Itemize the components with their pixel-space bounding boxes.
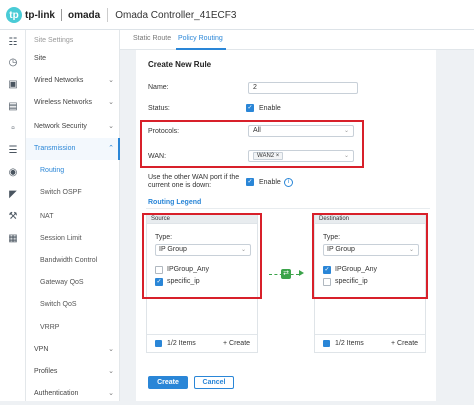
controller-title[interactable]: Omada Controller_41ECF3 <box>115 10 236 21</box>
routing-tabs: Static Route Policy Routing <box>120 30 474 50</box>
sidebar-item-vpn[interactable]: VPN ⌄ <box>26 339 120 361</box>
source-create-link[interactable]: + Create <box>223 340 250 347</box>
sidebar-item-wired-networks[interactable]: Wired Networks ⌄ <box>26 70 120 92</box>
map-icon[interactable]: ▣ <box>6 78 20 92</box>
failover-enable-label: Enable <box>259 179 281 186</box>
top-bar: tp tp-link omada Omada Controller_41ECF3 <box>0 0 474 30</box>
active-indicator <box>118 138 120 160</box>
grid-icon[interactable]: ☷ <box>6 36 20 50</box>
sidebar-item-transmission[interactable]: Transmission ⌃ <box>26 138 120 160</box>
name-input[interactable]: 2 <box>248 82 358 94</box>
brand-name: tp-link <box>25 9 55 21</box>
sidebar-item-label: Wireless Networks <box>34 99 92 106</box>
source-select-all-checkbox[interactable] <box>155 340 162 347</box>
logo-divider <box>61 9 62 21</box>
chevron-up-icon: ⌃ <box>108 145 114 152</box>
sidebar-item-routing[interactable]: Routing <box>26 160 120 182</box>
sidebar-item-label: Routing <box>40 167 65 174</box>
sidebar-item-label: Wired Networks <box>34 77 84 84</box>
sidebar-item-label: VPN <box>34 346 49 353</box>
device-icon[interactable]: ▫ <box>6 122 20 136</box>
sidebar-item-label: VRRP <box>40 324 60 331</box>
sidebar-item-label: Bandwidth Control <box>40 257 98 264</box>
clients-icon[interactable]: ☰ <box>6 144 20 158</box>
sidebar-item-switch-qos[interactable]: Switch QoS <box>26 294 120 316</box>
source-count: 1/2 Items <box>167 340 196 347</box>
chevron-down-icon: ⌄ <box>108 346 114 353</box>
tab-static-route[interactable]: Static Route <box>133 35 171 42</box>
sidebar-item-label: Transmission <box>34 145 76 152</box>
form-title: Create New Rule <box>148 60 212 69</box>
stats-icon[interactable]: ▤ <box>6 100 20 114</box>
sidebar-item-label: Session Limit <box>40 235 82 242</box>
failover-enable-checkbox[interactable]: ✓ <box>246 178 254 186</box>
sidebar-item-label: Gateway QoS <box>40 279 84 286</box>
sidebar-item-label: Site <box>34 55 47 62</box>
sidebar-item-network-security[interactable]: Network Security ⌄ <box>26 116 120 138</box>
sidebar-item-wireless-networks[interactable]: Wireless Networks ⌄ <box>26 92 120 114</box>
sidebar-item-label: Switch OSPF <box>40 189 82 196</box>
info-icon[interactable]: i <box>284 178 293 187</box>
status-enable-label: Enable <box>259 105 281 112</box>
destination-highlight <box>312 213 428 299</box>
sidebar-item-nat[interactable]: NAT <box>26 206 120 228</box>
sidebar-item-label: Site Settings <box>34 37 74 44</box>
sidebar-item-gateway-qos[interactable]: Gateway QoS <box>26 272 120 294</box>
icon-rail: ☷ ◷ ▣ ▤ ▫ ☰ ◉ ◤ ⚒ ▦ <box>0 30 26 401</box>
protocols-wan-highlight <box>140 120 364 168</box>
destination-create-link[interactable]: + Create <box>391 340 418 347</box>
sidebar-item-vrrp[interactable]: VRRP <box>26 317 120 339</box>
sidebar-item-label: Switch QoS <box>40 301 77 308</box>
tools-icon[interactable]: ⚒ <box>6 210 20 224</box>
sidebar-item-label: Profiles <box>34 368 58 375</box>
product-name: omada <box>68 9 101 21</box>
chevron-down-icon: ⌄ <box>108 390 114 397</box>
sidebar-item-site[interactable]: Site <box>26 48 120 70</box>
chevron-down-icon: ⌄ <box>108 99 114 106</box>
failover-label-line-1: Use the other WAN port if the <box>148 174 240 181</box>
sidebar-item-profiles[interactable]: Profiles ⌄ <box>26 361 120 383</box>
create-rule-form: Create New Rule Name: 2 Status: ✓ Enable… <box>136 50 436 401</box>
tab-policy-routing[interactable]: Policy Routing <box>178 35 223 42</box>
sidebar-item-session-limit[interactable]: Session Limit <box>26 228 120 250</box>
routing-legend-title: Routing Legend <box>148 199 202 206</box>
sidebar-item-bandwidth-control[interactable]: Bandwidth Control <box>26 250 120 272</box>
destination-count: 1/2 Items <box>335 340 364 347</box>
sidebar-item-label: NAT <box>40 213 54 220</box>
sidebar-item-authentication[interactable]: Authentication ⌄ <box>26 383 120 405</box>
create-button[interactable]: Create <box>148 376 188 389</box>
sidebar-item-label: Network Security <box>34 123 87 130</box>
arrow-right-icon <box>299 270 304 276</box>
sidebar-item-switch-ospf[interactable]: Switch OSPF <box>26 182 120 204</box>
status-enable-checkbox[interactable]: ✓ <box>246 104 254 112</box>
history-icon[interactable]: ◤ <box>6 188 20 202</box>
org-icon[interactable]: ▦ <box>6 232 20 246</box>
settings-sidebar: Site Settings Site Wired Networks ⌄ Wirel… <box>26 30 120 401</box>
failover-label-line-2: current one is down: <box>148 182 212 189</box>
routing-connector-icon: ⇄ <box>281 269 291 279</box>
chevron-down-icon: ⌄ <box>108 368 114 375</box>
destination-footer: 1/2 Items + Create <box>315 334 425 352</box>
chevron-down-icon: ⌄ <box>108 77 114 84</box>
destination-select-all-checkbox[interactable] <box>323 340 330 347</box>
legend-divider <box>146 208 430 209</box>
name-label: Name: <box>148 84 169 91</box>
location-icon[interactable]: ◉ <box>6 166 20 180</box>
chevron-down-icon: ⌄ <box>108 123 114 130</box>
status-label: Status: <box>148 105 170 112</box>
clock-icon[interactable]: ◷ <box>6 56 20 70</box>
source-highlight <box>142 213 262 299</box>
title-divider <box>107 8 109 22</box>
tplink-logo-icon: tp <box>6 7 22 23</box>
source-footer: 1/2 Items + Create <box>147 334 257 352</box>
sidebar-item-label: Authentication <box>34 390 79 397</box>
logo: tp tp-link omada Omada Controller_41ECF3 <box>6 7 236 23</box>
cancel-button[interactable]: Cancel <box>194 376 234 389</box>
